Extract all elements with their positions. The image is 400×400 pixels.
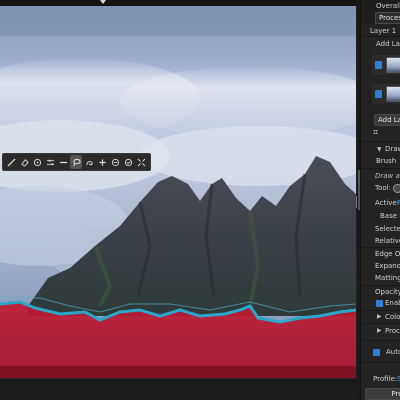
add-layer-top-label[interactable]: Add Laye [376, 40, 400, 48]
separator [361, 247, 400, 248]
target-icon[interactable] [31, 155, 43, 169]
minus-icon[interactable] [57, 155, 69, 169]
layer-thumbnail[interactable] [386, 57, 400, 73]
floating-toolbar [2, 153, 151, 171]
add-layer-button[interactable]: Add Laye [374, 114, 400, 126]
tool-selector-icon[interactable] [393, 184, 400, 193]
separator [361, 310, 400, 311]
expand-label: Expand [375, 262, 400, 270]
separator [361, 323, 400, 324]
right-panel: Overall I Process Layer 1 Add Laye Add L… [360, 0, 400, 400]
layer-visibility-icon[interactable] [375, 61, 382, 69]
image-canvas[interactable] [0, 0, 360, 385]
refine-icon[interactable] [83, 155, 95, 169]
photo-scene [0, 6, 356, 378]
add-icon[interactable] [96, 155, 108, 169]
top-marker-icon [100, 0, 106, 4]
auto-label: Auto [386, 348, 400, 356]
chevron-right-icon[interactable]: ▶ [377, 327, 382, 334]
edge-options-label: Edge Opti [375, 250, 400, 258]
layer-visibility-icon[interactable] [375, 90, 382, 98]
eraser-icon[interactable] [18, 155, 30, 169]
layer-thumbnail[interactable] [386, 86, 400, 102]
photo[interactable] [0, 6, 356, 378]
subtract-icon[interactable] [109, 155, 121, 169]
sliders-icon[interactable] [44, 155, 56, 169]
draw-section-label[interactable]: Draw [385, 145, 400, 153]
separator [361, 36, 400, 37]
crop-icon[interactable]: ⌗ [373, 128, 378, 138]
layer-title: Layer 1 [370, 27, 397, 35]
separator [361, 362, 400, 363]
separator [361, 340, 400, 341]
profile-label: Profile: [373, 375, 398, 383]
enable-label: Enable [385, 299, 400, 307]
preview-button[interactable]: Pre [365, 388, 400, 400]
check-icon[interactable] [122, 155, 134, 169]
separator [361, 141, 400, 142]
app-window: Overall I Process Layer 1 Add Laye Add L… [0, 0, 400, 400]
active-label: Active: [375, 199, 400, 207]
draw-hint-text: Draw a p [375, 172, 400, 180]
separator [361, 285, 400, 286]
opacity-label: Opacity [375, 288, 400, 296]
separator [361, 168, 400, 169]
auto-checkbox[interactable] [373, 349, 380, 356]
color-section-label[interactable]: Color [385, 313, 400, 321]
brush-label: Brush [376, 157, 397, 165]
lasso-icon[interactable] [70, 155, 82, 169]
chevron-down-icon[interactable]: ▼ [377, 146, 382, 153]
overall-label: Overall I [376, 2, 400, 10]
chevron-right-icon[interactable]: ▶ [377, 313, 382, 320]
base-label: Base M [380, 212, 400, 220]
fit-screen-icon[interactable] [135, 155, 147, 169]
matting-label: Matting [375, 274, 400, 282]
relative-label: Relative W [375, 237, 400, 245]
process-section-label[interactable]: Proc [385, 327, 400, 335]
process-button[interactable]: Process [375, 12, 400, 24]
canvas-bottom-bar [0, 378, 360, 385]
tool-label: Tool: [375, 184, 391, 192]
brush-icon[interactable] [5, 155, 17, 169]
enable-checkbox[interactable] [376, 300, 383, 307]
selected-label: Selected [375, 225, 400, 233]
